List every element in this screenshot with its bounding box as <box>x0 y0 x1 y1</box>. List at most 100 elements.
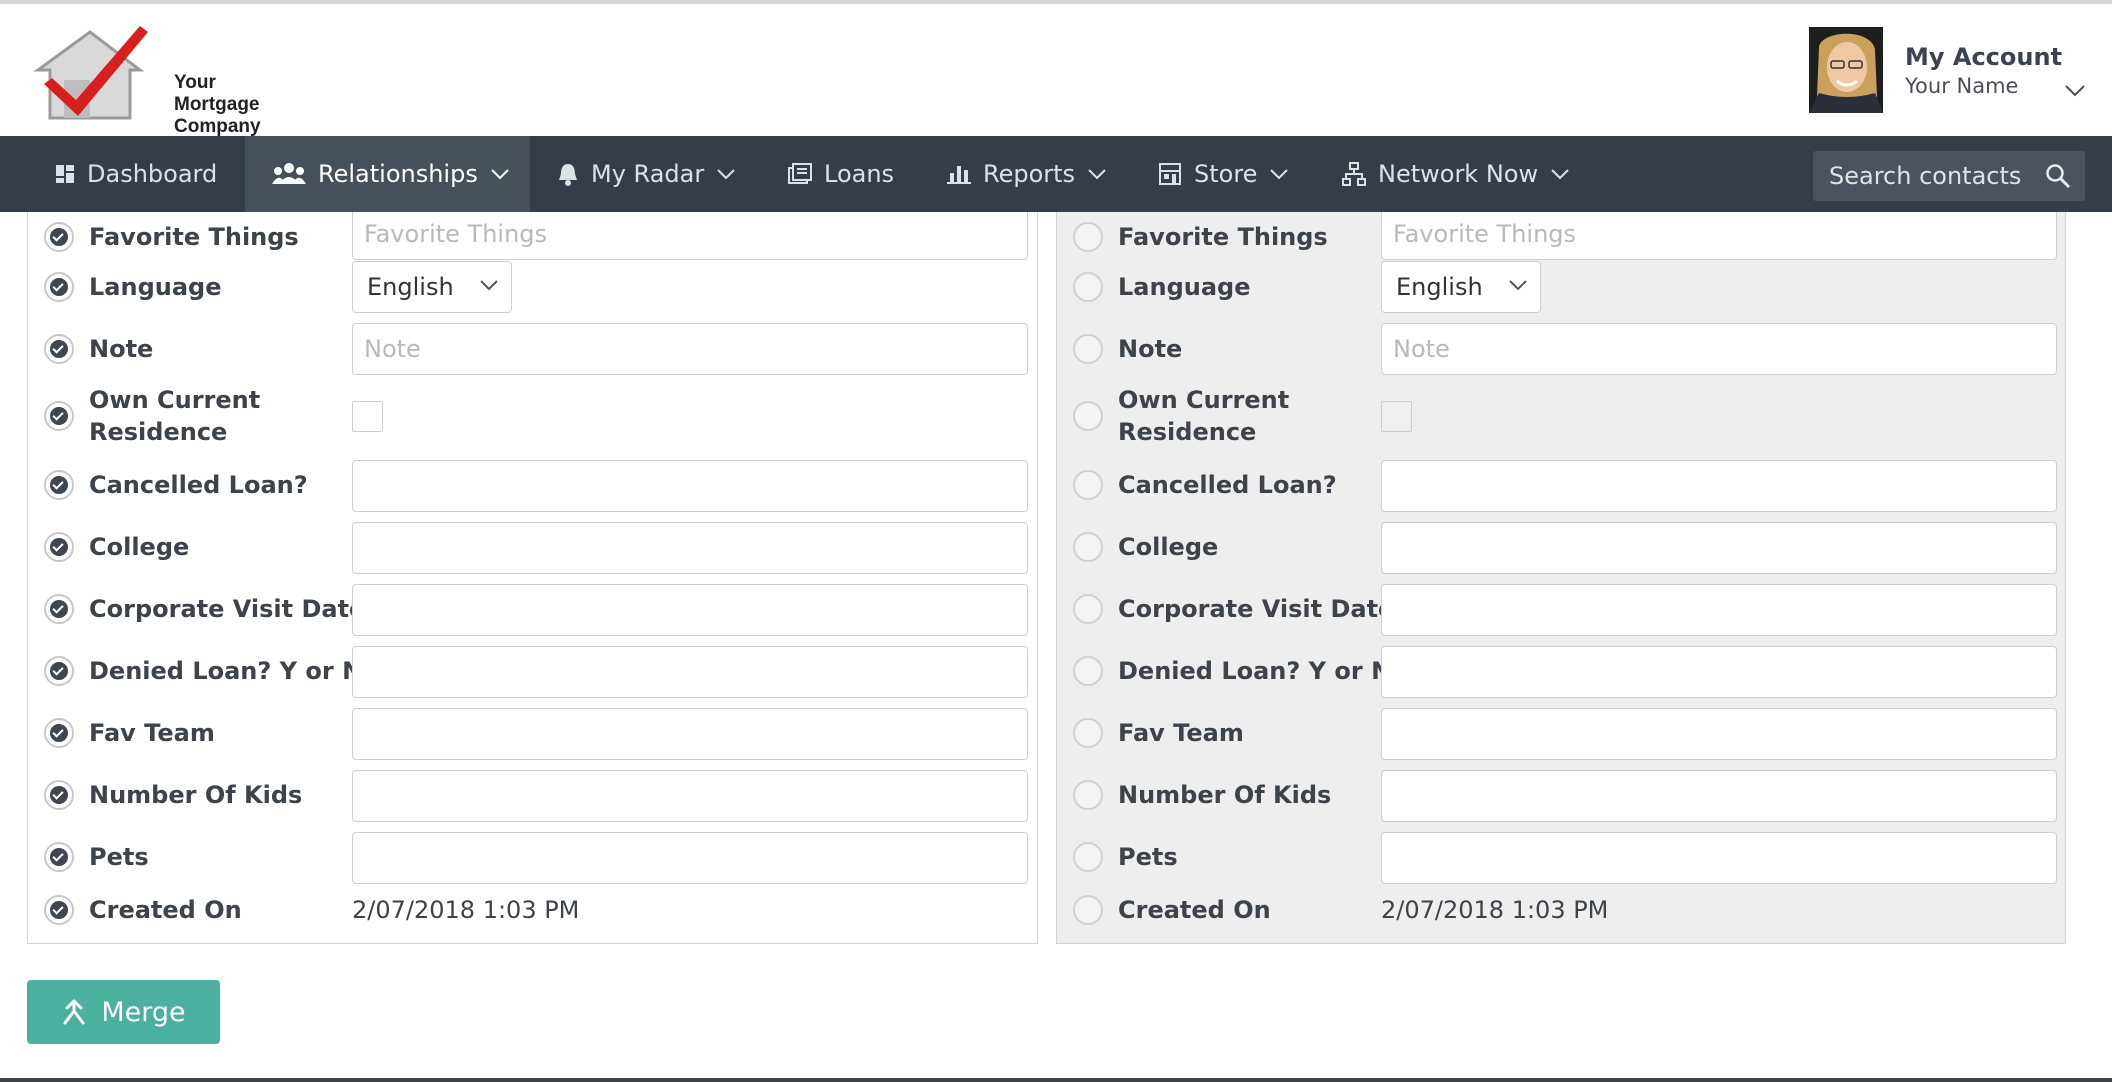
search-box <box>1813 151 2085 201</box>
chevron-down-icon <box>1551 169 1569 180</box>
loans-icon <box>788 163 812 184</box>
language-label: Language <box>1118 273 1251 301</box>
select-note-left[interactable] <box>44 334 74 364</box>
avatar[interactable] <box>1809 27 1883 113</box>
nav-network-now[interactable]: Network Now <box>1342 136 1570 212</box>
pets-label: Pets <box>89 843 149 871</box>
created-on-value-left: 2/07/2018 1:03 PM <box>352 896 580 924</box>
college-field-left[interactable] <box>352 522 1028 574</box>
language-select-left[interactable]: English <box>352 261 512 313</box>
own-residence-checkbox-left[interactable] <box>352 401 383 432</box>
own-current-residence-label: Own Current Residence <box>89 386 261 446</box>
network-icon <box>1342 162 1366 186</box>
select-number-of-kids-right[interactable] <box>1073 780 1103 810</box>
bar-chart-icon <box>947 166 971 184</box>
college-field-right[interactable] <box>1381 522 2057 574</box>
fav-team-field-right[interactable] <box>1381 708 2057 760</box>
nav-loans-label: Loans <box>824 160 895 188</box>
favorite-things-label: Favorite Things <box>89 223 299 251</box>
select-college-left[interactable] <box>44 532 74 562</box>
merge-panel-right: Favorite Things Language English Note Ow… <box>1056 212 2066 944</box>
denied-loan-label: Denied Loan? Y or N? <box>1118 657 1406 685</box>
favorite-things-field-left[interactable] <box>352 212 1028 260</box>
fav-team-field-left[interactable] <box>352 708 1028 760</box>
select-pets-right[interactable] <box>1073 842 1103 872</box>
nav-my-radar[interactable]: My Radar <box>557 136 736 212</box>
account-username: Your Name <box>1905 74 2019 98</box>
store-icon <box>1159 163 1181 185</box>
language-select-right[interactable]: English <box>1381 261 1541 313</box>
nav-store[interactable]: Store <box>1158 136 1289 212</box>
merge-button[interactable]: Merge <box>27 980 220 1044</box>
select-language-left[interactable] <box>44 272 74 302</box>
select-college-right[interactable] <box>1073 532 1103 562</box>
select-fav-team-right[interactable] <box>1073 718 1103 748</box>
select-created-on-right[interactable] <box>1073 895 1103 925</box>
company-logo[interactable]: Your Mortgage Company <box>30 22 261 137</box>
nav-store-label: Store <box>1194 160 1258 188</box>
fav-team-label: Fav Team <box>1118 719 1244 747</box>
corporate-visit-date-field-left[interactable] <box>352 584 1028 636</box>
main-nav: Dashboard Relationships My Radar Loans R… <box>0 136 2112 212</box>
cancelled-loan-label: Cancelled Loan? <box>1118 471 1337 499</box>
number-of-kids-field-left[interactable] <box>352 770 1028 822</box>
select-cancelled-loan-left[interactable] <box>44 470 74 500</box>
bell-icon <box>559 164 577 186</box>
chevron-down-icon[interactable] <box>2063 81 2087 101</box>
college-label: College <box>1118 533 1219 561</box>
chevron-down-icon <box>1270 169 1289 180</box>
nav-dashboard[interactable]: Dashboard <box>55 136 217 212</box>
note-label: Note <box>89 335 154 363</box>
cancelled-loan-field-right[interactable] <box>1381 460 2057 512</box>
select-corporate-visit-left[interactable] <box>44 594 74 624</box>
select-pets-left[interactable] <box>44 842 74 872</box>
corporate-visit-date-label: Corporate Visit Date <box>89 595 366 623</box>
chevron-down-icon <box>717 169 735 180</box>
select-favorite-things-right[interactable] <box>1073 222 1103 252</box>
select-created-on-left[interactable] <box>44 895 74 925</box>
nav-loans[interactable]: Loans <box>788 136 894 212</box>
select-cancelled-loan-right[interactable] <box>1073 470 1103 500</box>
own-current-residence-label: Own Current Residence <box>1118 386 1290 446</box>
corporate-visit-date-field-right[interactable] <box>1381 584 2057 636</box>
denied-loan-field-left[interactable] <box>352 646 1028 698</box>
select-corporate-visit-right[interactable] <box>1073 594 1103 624</box>
search-icon[interactable] <box>2045 163 2071 189</box>
users-icon <box>272 163 306 184</box>
select-own-residence-left[interactable] <box>44 401 74 431</box>
company-name: Your Mortgage Company <box>174 72 261 137</box>
created-on-value-right: 2/07/2018 1:03 PM <box>1381 896 1609 924</box>
note-field-right[interactable] <box>1381 323 2057 375</box>
search-input[interactable] <box>1829 162 2039 190</box>
select-denied-loan-left[interactable] <box>44 656 74 686</box>
note-label: Note <box>1118 335 1183 363</box>
pets-field-left[interactable] <box>352 832 1028 884</box>
account-menu[interactable]: My Account Your Name <box>1905 42 2062 100</box>
select-note-right[interactable] <box>1073 334 1103 364</box>
account-title: My Account <box>1905 43 2063 71</box>
own-residence-checkbox-right[interactable] <box>1381 401 1412 432</box>
pets-field-right[interactable] <box>1381 832 2057 884</box>
nav-dashboard-label: Dashboard <box>87 160 218 188</box>
nav-reports[interactable]: Reports <box>947 136 1107 212</box>
select-number-of-kids-left[interactable] <box>44 780 74 810</box>
nav-relationships[interactable]: Relationships <box>245 136 530 212</box>
select-language-right[interactable] <box>1073 272 1103 302</box>
language-label: Language <box>89 273 222 301</box>
favorite-things-field-right[interactable] <box>1381 212 2057 260</box>
chevron-down-icon <box>1088 169 1106 180</box>
number-of-kids-field-right[interactable] <box>1381 770 2057 822</box>
denied-loan-label: Denied Loan? Y or N? <box>89 657 377 685</box>
cancelled-loan-field-left[interactable] <box>352 460 1028 512</box>
header: Your Mortgage Company My Account Your Na… <box>0 4 2112 137</box>
select-fav-team-left[interactable] <box>44 718 74 748</box>
corporate-visit-date-label: Corporate Visit Date <box>1118 595 1395 623</box>
select-denied-loan-right[interactable] <box>1073 656 1103 686</box>
number-of-kids-label: Number Of Kids <box>1118 781 1332 809</box>
select-favorite-things-left[interactable] <box>44 222 74 252</box>
chevron-down-icon <box>491 169 509 180</box>
denied-loan-field-right[interactable] <box>1381 646 2057 698</box>
favorite-things-label: Favorite Things <box>1118 223 1328 251</box>
note-field-left[interactable] <box>352 323 1028 375</box>
select-own-residence-right[interactable] <box>1073 401 1103 431</box>
